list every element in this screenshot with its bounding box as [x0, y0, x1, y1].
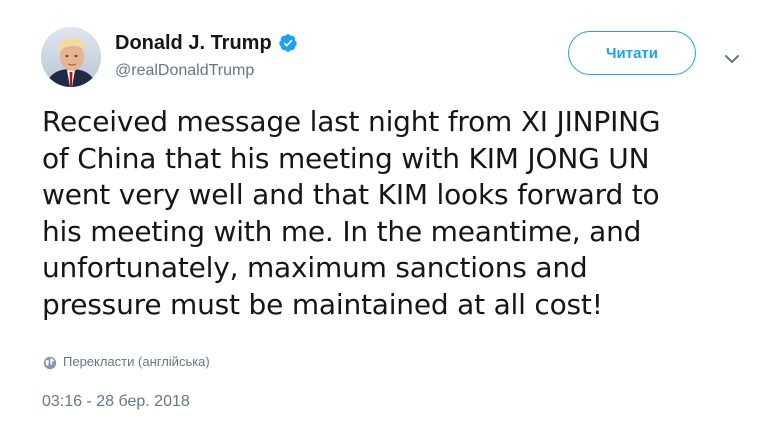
- author-handle[interactable]: @realDonaldTrump: [115, 62, 298, 80]
- author-name-row: Donald J. Trump: [115, 30, 298, 56]
- translate-label: Перекласти (англійська): [63, 354, 210, 369]
- chevron-down-icon[interactable]: [723, 50, 741, 63]
- display-name[interactable]: Donald J. Trump: [115, 32, 272, 55]
- tweet-timestamp[interactable]: 03:16 - 28 бер. 2018: [42, 393, 190, 411]
- verified-badge-icon: [278, 33, 298, 53]
- globe-icon: [43, 355, 57, 369]
- follow-button[interactable]: Читати: [568, 31, 696, 75]
- avatar[interactable]: [41, 27, 101, 87]
- author-block: Donald J. Trump @realDonaldTrump: [115, 30, 298, 80]
- tweet-text: Received message last night from XI JINP…: [42, 105, 661, 321]
- translate-link[interactable]: Перекласти (англійська): [43, 354, 210, 369]
- tweet-card: Donald J. Trump @realDonaldTrump Читати …: [0, 0, 776, 423]
- avatar-image: [41, 27, 101, 87]
